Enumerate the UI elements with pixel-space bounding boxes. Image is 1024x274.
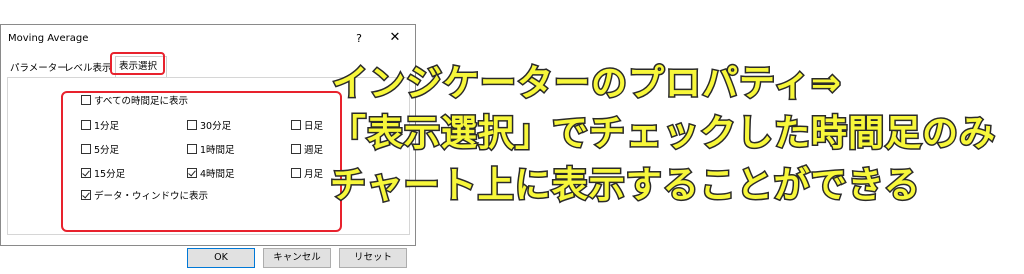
dialog-title: Moving Average: [8, 33, 89, 44]
annotation-line-3: チャート上に表示することができる: [329, 164, 922, 207]
checkbox-box: [187, 144, 197, 154]
checkbox-m15[interactable]: 15分足: [81, 168, 125, 182]
checkbox-label: 5分足: [94, 145, 120, 156]
checkbox-label: 15分足: [94, 169, 126, 180]
tab-parameters[interactable]: パラメーター: [7, 60, 67, 77]
annotation-line-2: 「表示選択」でチェックした時間足のみ: [328, 112, 997, 155]
checkbox-label: 月足: [304, 169, 324, 180]
checkbox-label: データ・ウィンドウに表示: [94, 191, 209, 202]
checkbox-m30[interactable]: 30分足: [187, 120, 231, 134]
checkbox-box: [81, 144, 91, 154]
checkbox-label: すべての時間足に表示: [94, 96, 188, 107]
annotation-line-1: インジケーターのプロパティ⇒: [330, 62, 843, 105]
checkbox-label: 日足: [304, 121, 324, 132]
checkbox-box: [291, 168, 301, 178]
ok-button[interactable]: OK: [187, 248, 255, 268]
tab-visualization[interactable]: 表示選択: [115, 56, 167, 77]
checkbox-box: [81, 168, 91, 178]
checkbox-m5[interactable]: 5分足: [81, 144, 119, 158]
checkbox-label: 1分足: [94, 121, 120, 132]
cancel-button[interactable]: キャンセル: [263, 248, 331, 268]
checkbox-label: 4時間足: [200, 169, 235, 180]
checkbox-box: [81, 95, 91, 105]
tab-levels[interactable]: レベル表示: [61, 60, 113, 77]
checkbox-m1[interactable]: 1分足: [81, 120, 119, 134]
checkbox-mn[interactable]: 月足: [291, 168, 323, 182]
checkbox-box: [81, 190, 91, 200]
checkbox-box: [291, 120, 301, 130]
reset-button[interactable]: リセット: [339, 248, 407, 268]
checkbox-w1[interactable]: 週足: [291, 144, 323, 158]
checkbox-box: [187, 168, 197, 178]
checkbox-label: 30分足: [200, 121, 232, 132]
checkbox-h4[interactable]: 4時間足: [187, 168, 235, 182]
checkbox-h1[interactable]: 1時間足: [187, 144, 235, 158]
checkbox-label: 1時間足: [200, 145, 235, 156]
checkbox-data-window[interactable]: データ・ウィンドウに表示: [81, 190, 208, 204]
checkbox-box: [291, 144, 301, 154]
checkbox-label: 週足: [304, 145, 324, 156]
dialog-titlebar: Moving Average ? ✕: [1, 25, 415, 53]
close-button[interactable]: ✕: [387, 30, 403, 46]
checkbox-all-timeframes[interactable]: すべての時間足に表示: [81, 95, 188, 109]
help-button[interactable]: ?: [352, 31, 366, 47]
screenshot-canvas: Moving Average ? ✕ パラメーター レベル表示 表示選択 すべて…: [0, 0, 1024, 274]
checkbox-d1[interactable]: 日足: [291, 120, 323, 134]
checkbox-box: [187, 120, 197, 130]
checkbox-box: [81, 120, 91, 130]
